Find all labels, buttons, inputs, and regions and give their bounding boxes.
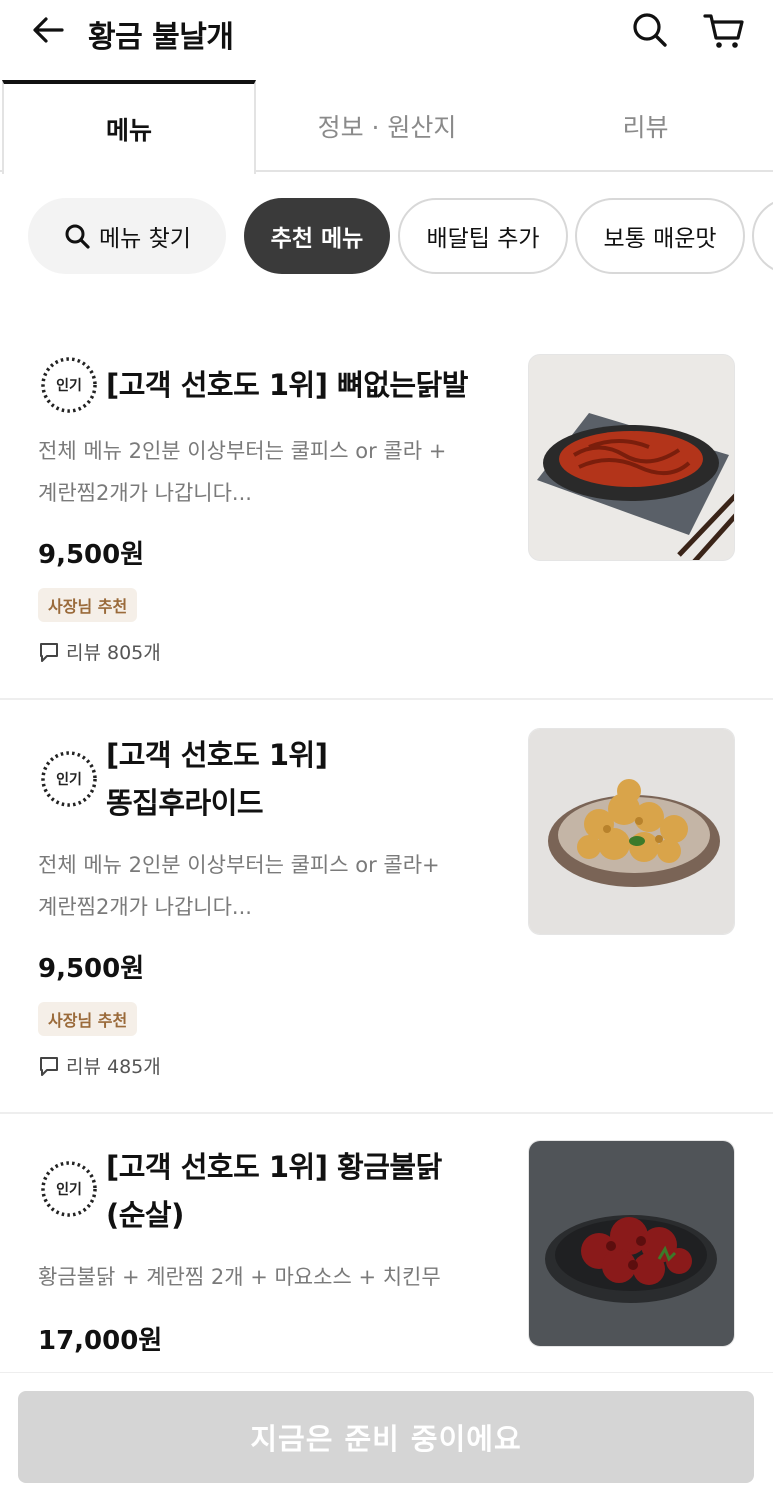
menu-item-desc-line1: 황금불닭 + 계란찜 2개 + 마요소스 + 치킨무 <box>38 1265 441 1289</box>
tab-reviews[interactable]: 리뷰 <box>518 80 773 172</box>
speech-bubble-icon <box>40 1056 58 1076</box>
menu-item-desc-line1: 전체 메뉴 2인분 이상부터는 쿨피스 or 콜라 + <box>38 439 447 463</box>
cart-icon[interactable] <box>700 8 746 50</box>
menu-item-price: 9,500원 <box>38 540 145 570</box>
menu-item[interactable]: 인기 [고객 선호도 1위] 똥집후라이드 전체 메뉴 2인분 이상부터는 쿨피… <box>0 700 773 1114</box>
review-count: 리뷰 485개 <box>38 1052 161 1079</box>
speech-bubble-icon <box>40 642 58 662</box>
owner-recommend-tag: 사장님 추천 <box>38 588 138 622</box>
review-count: 리뷰 805개 <box>38 638 161 665</box>
menu-item[interactable]: 인기 [고객 선호도 1위] 뼈없는닭발 전체 메뉴 2인분 이상부터는 쿨피스… <box>0 316 773 700</box>
tab-info-origin[interactable]: 정보 · 원산지 <box>256 80 518 172</box>
food-photo <box>528 354 735 561</box>
order-button-disabled[interactable]: 지금은 준비 중이에요 <box>18 1391 754 1483</box>
popular-badge: 인기 <box>38 748 100 810</box>
popular-badge: 인기 <box>38 354 100 416</box>
menu-item-price: 17,000원 <box>38 1326 163 1356</box>
menu-item-name-line2: (순살) <box>106 1198 184 1232</box>
chip-recommended[interactable]: 추천 메뉴 <box>244 198 390 274</box>
page-title: 황금 불날개 <box>88 20 234 55</box>
owner-recommend-tag: 사장님 추천 <box>38 1002 138 1036</box>
menu-item-name-line2: 똥집후라이드 <box>106 786 264 820</box>
menu-item-name: [고객 선호도 1위] <box>106 738 328 772</box>
menu-item-desc-line2: 계란찜2개가 나갑니다... <box>38 481 252 505</box>
bottom-bar: 지금은 준비 중이에요 <box>0 1372 773 1490</box>
menu-item-desc-line2: 계란찜2개가 나갑니다... <box>38 895 252 919</box>
chip-medium-spicy[interactable]: 보통 매운맛 <box>575 198 745 274</box>
tab-bar: 메뉴 정보 · 원산지 리뷰 <box>0 80 773 174</box>
menu-search-label: 메뉴 찾기 <box>99 226 191 252</box>
menu-item-name: [고객 선호도 1위] 황금불닭 <box>106 1150 442 1184</box>
app-header: 황금 불날개 <box>0 0 773 80</box>
search-icon[interactable] <box>628 8 670 50</box>
menu-item-name: [고객 선호도 1위] 뼈없는닭발 <box>106 368 468 402</box>
search-icon <box>65 224 90 249</box>
chip-delivery-tip[interactable]: 배달팁 추가 <box>398 198 568 274</box>
food-photo <box>528 728 735 935</box>
tab-menu[interactable]: 메뉴 <box>2 80 256 174</box>
chip-more[interactable] <box>752 198 773 274</box>
popular-badge: 인기 <box>38 1158 100 1220</box>
back-arrow-icon[interactable] <box>28 10 68 50</box>
food-photo <box>528 1140 735 1347</box>
category-chips: 메뉴 찾기 추천 메뉴 배달팁 추가 보통 매운맛 <box>0 196 773 278</box>
menu-item[interactable]: 인기 [고객 선호도 1위] 황금불닭 (순살) 황금불닭 + 계란찜 2개 +… <box>0 1114 773 1374</box>
menu-item-price: 9,500원 <box>38 954 145 984</box>
menu-search-chip[interactable]: 메뉴 찾기 <box>28 198 226 274</box>
menu-item-desc-line1: 전체 메뉴 2인분 이상부터는 쿨피스 or 콜라+ <box>38 853 440 877</box>
